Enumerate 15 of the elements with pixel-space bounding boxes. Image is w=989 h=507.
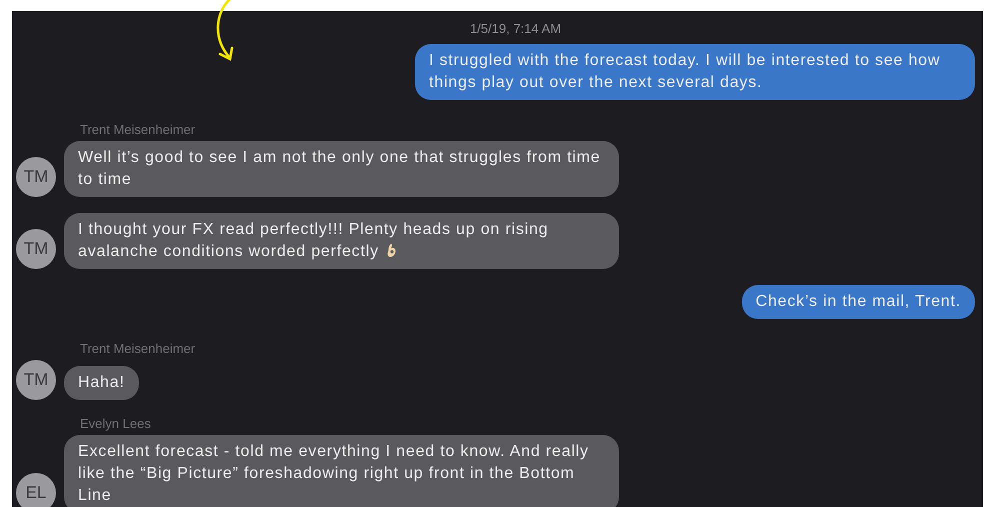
sender-name: Trent Meisenheimer [80,341,196,356]
sender-name: Evelyn Lees [80,416,152,431]
avatar: TM [16,360,56,400]
sent-message-bubble: Check’s in the mail, Trent. [742,285,975,319]
avatar: TM [16,157,56,197]
sent-message-bubble: I struggled with the forecast today. I will be interested to see how things play out over the next several days. [415,44,975,100]
received-message-bubble: Excellent forecast - told me everything I need to know. And really like the “Big Picture” foreshadowing right up front in the Bottom Line [64,435,619,507]
received-message-bubble: Haha! [64,366,139,400]
message-timestamp: 1/5/19, 7:14 AM [470,21,562,36]
received-message-bubble: I thought your FX read perfectly!!! Plenty heads up on rising avalanche conditions worded perfectly [64,213,619,269]
received-message-bubble: Well it’s good to see I am not the only one that struggles from time to time [64,141,619,197]
sender-name: Trent Meisenheimer [80,122,196,137]
annotation-arrow [216,0,234,61]
avatar: EL [16,473,56,507]
avatar: TM [16,229,56,269]
